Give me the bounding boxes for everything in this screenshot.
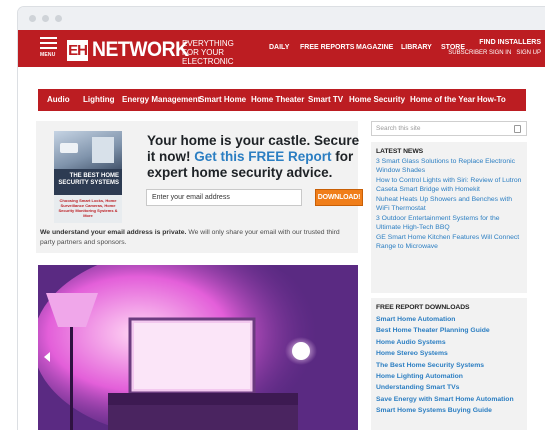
window-minimize-dot[interactable]	[42, 15, 49, 22]
report-link[interactable]: Home Audio Systems	[376, 337, 522, 348]
category-smart-tv[interactable]: Smart TV	[308, 95, 343, 104]
category-nav: Audio Lighting Energy Management Smart H…	[38, 89, 526, 111]
category-home-security[interactable]: Home Security	[349, 95, 405, 104]
window-close-dot[interactable]	[29, 15, 36, 22]
site-tagline: EVERYTHING FOR YOUR ELECTRONIC HOUSE	[182, 39, 234, 75]
report-link[interactable]: Home Stereo Systems	[376, 348, 522, 359]
sign-up-link[interactable]: SIGN UP	[516, 50, 541, 56]
nav-daily[interactable]: DAILY	[269, 44, 289, 51]
news-item[interactable]: How to Control Lights with Siri: Review …	[376, 177, 522, 194]
window-chrome	[18, 7, 545, 30]
privacy-note-bold: We understand your email address is priv…	[40, 229, 187, 236]
report-cover-subtitle: Choosing Smart Locks, Home Surveillance …	[54, 195, 122, 223]
report-link[interactable]: Understanding Smart TVs	[376, 382, 522, 393]
security-camera-icon	[60, 143, 78, 153]
search-placeholder: Search this site	[376, 125, 421, 132]
privacy-note: We understand your email address is priv…	[40, 228, 340, 248]
report-link[interactable]: Best Home Theater Planning Guide	[376, 325, 522, 336]
house-icon	[92, 137, 114, 163]
category-home-of-the-year[interactable]: Home of the Year	[410, 95, 475, 104]
site-header: MENU EH NETWORK EVERYTHING FOR YOUR ELEC…	[18, 30, 545, 75]
browser-frame: MENU EH NETWORK EVERYTHING FOR YOUR ELEC…	[17, 6, 545, 430]
report-link[interactable]: Home Lighting Automation	[376, 371, 522, 382]
nav-library[interactable]: LIBRARY	[401, 44, 432, 51]
search-icon[interactable]	[514, 125, 521, 133]
find-installers-link[interactable]: FIND INSTALLERS	[448, 38, 541, 48]
latest-news-panel: LATEST NEWS 3 Smart Glass Solutions to R…	[371, 142, 527, 293]
nav-free-reports[interactable]: FREE REPORTS	[300, 44, 354, 51]
hero-image[interactable]	[38, 265, 358, 430]
nav-magazine[interactable]: MAGAZINE	[356, 44, 393, 51]
menu-label: MENU	[40, 52, 56, 58]
logo-word: NETWORK	[92, 38, 189, 61]
hamburger-icon	[40, 37, 57, 39]
category-energy-management[interactable]: Energy Management	[122, 95, 200, 104]
sidebar: Search this site LATEST NEWS 3 Smart Gla…	[371, 121, 543, 430]
free-report-link[interactable]: Get this FREE Report	[194, 149, 331, 164]
report-cover-image[interactable]: THE BEST HOME SECURITY SYSTEMS Choosing …	[54, 131, 122, 223]
report-cover-title: THE BEST HOME SECURITY SYSTEMS	[58, 173, 119, 186]
menu-button[interactable]: MENU	[40, 37, 58, 61]
installer-links: FIND INSTALLERS SUBSCRIBER SIGN IN SIGN …	[448, 38, 541, 58]
category-how-to[interactable]: How-To	[477, 95, 506, 104]
free-reports-heading: FREE REPORT DOWNLOADS	[376, 304, 470, 311]
hamburger-icon-line	[40, 47, 57, 49]
search-input[interactable]: Search this site	[371, 121, 527, 136]
news-item[interactable]: 3 Smart Glass Solutions to Replace Elect…	[376, 158, 522, 175]
category-lighting[interactable]: Lighting	[83, 95, 115, 104]
living-room-lighting-image	[38, 265, 358, 430]
category-smart-home[interactable]: Smart Home	[199, 95, 246, 104]
free-reports-panel: FREE REPORT DOWNLOADS Smart Home Automat…	[371, 298, 527, 430]
site-logo[interactable]: EH NETWORK	[67, 38, 197, 62]
category-home-theater[interactable]: Home Theater	[251, 95, 304, 104]
report-link[interactable]: Smart Home Systems Buying Guide	[376, 405, 522, 416]
subscriber-sign-in-link[interactable]: SUBSCRIBER SIGN IN	[448, 50, 511, 56]
logo-mark: EH	[67, 39, 88, 61]
news-item[interactable]: GE Smart Home Kitchen Features Will Conn…	[376, 234, 522, 251]
news-item[interactable]: Nuheat Heats Up Showers and Benches with…	[376, 196, 522, 213]
news-item[interactable]: 3 Outdoor Entertainment Systems for the …	[376, 215, 522, 232]
email-input[interactable]: Enter your email address	[146, 189, 302, 206]
category-audio[interactable]: Audio	[47, 95, 70, 104]
promo-headline: Your home is your castle. Secure it now!…	[147, 133, 362, 181]
report-link[interactable]: Save Energy with Smart Home Automation	[376, 394, 522, 405]
window-maximize-dot[interactable]	[55, 15, 62, 22]
report-link[interactable]: The Best Home Security Systems	[376, 360, 522, 371]
download-button[interactable]: DOWNLOAD!	[315, 189, 363, 206]
report-link[interactable]: Smart Home Automation	[376, 314, 522, 325]
latest-news-heading: LATEST NEWS	[376, 148, 424, 155]
hamburger-icon-line	[40, 42, 57, 44]
